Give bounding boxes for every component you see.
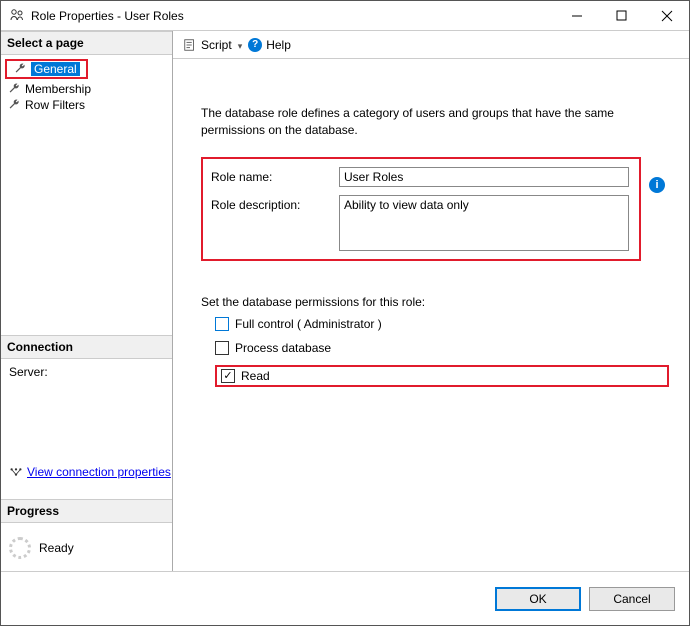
cancel-button[interactable]: Cancel bbox=[589, 587, 675, 611]
nav-item-general[interactable]: General bbox=[5, 59, 88, 79]
role-icon bbox=[9, 8, 25, 24]
script-label: Script bbox=[201, 38, 232, 52]
checkbox-icon bbox=[215, 341, 229, 355]
role-fields-group: Role name: Role description: bbox=[201, 157, 641, 261]
server-label: Server: bbox=[9, 365, 164, 379]
checkbox-icon bbox=[215, 317, 229, 331]
select-page-header: Select a page bbox=[1, 31, 172, 55]
nav-label: Membership bbox=[25, 82, 91, 96]
wrench-icon bbox=[7, 82, 21, 96]
connection-header: Connection bbox=[1, 335, 172, 359]
permissions-label: Set the database permissions for this ro… bbox=[201, 295, 669, 309]
help-icon: ? bbox=[248, 38, 262, 52]
nav-item-membership[interactable]: Membership bbox=[1, 81, 172, 97]
dialog-footer: OK Cancel bbox=[1, 571, 689, 625]
help-label: Help bbox=[266, 38, 291, 52]
title-bar: Role Properties - User Roles bbox=[1, 1, 689, 31]
sidebar: Select a page General Membership Row Fil… bbox=[1, 31, 173, 571]
progress-status: Ready bbox=[39, 541, 74, 555]
progress-spinner-icon bbox=[9, 537, 31, 559]
main-panel: Script ? Help The database role defines … bbox=[173, 31, 689, 571]
script-icon bbox=[183, 38, 197, 52]
nav-item-row-filters[interactable]: Row Filters bbox=[1, 97, 172, 113]
chevron-down-icon bbox=[236, 38, 243, 52]
wrench-icon bbox=[13, 62, 27, 76]
role-desc-label: Role description: bbox=[211, 195, 331, 212]
perm-full-label: Full control ( Administrator ) bbox=[235, 317, 382, 331]
help-button[interactable]: ? Help bbox=[248, 38, 291, 52]
progress-header: Progress bbox=[1, 499, 172, 523]
perm-read-label: Read bbox=[241, 369, 270, 383]
nav-label: General bbox=[31, 62, 80, 76]
window-buttons bbox=[554, 1, 689, 30]
checkbox-icon: ✓ bbox=[221, 369, 235, 383]
ok-button[interactable]: OK bbox=[495, 587, 581, 611]
role-name-label: Role name: bbox=[211, 167, 331, 184]
perm-process-label: Process database bbox=[235, 341, 331, 355]
page-nav-list: General Membership Row Filters bbox=[1, 55, 172, 335]
toolbar: Script ? Help bbox=[173, 31, 689, 59]
wrench-icon bbox=[7, 98, 21, 112]
info-icon[interactable]: i bbox=[649, 177, 665, 193]
role-name-input[interactable] bbox=[339, 167, 629, 187]
close-button[interactable] bbox=[644, 1, 689, 30]
script-button[interactable]: Script bbox=[183, 38, 242, 52]
connection-icon bbox=[9, 465, 23, 479]
intro-text: The database role defines a category of … bbox=[201, 105, 669, 139]
perm-read[interactable]: ✓ Read bbox=[215, 365, 669, 387]
view-connection-link[interactable]: View connection properties bbox=[9, 465, 171, 479]
role-desc-input[interactable] bbox=[339, 195, 629, 251]
perm-process-database[interactable]: Process database bbox=[215, 341, 669, 355]
nav-label: Row Filters bbox=[25, 98, 85, 112]
window-title: Role Properties - User Roles bbox=[31, 9, 554, 23]
minimize-button[interactable] bbox=[554, 1, 599, 30]
perm-full-control[interactable]: Full control ( Administrator ) bbox=[215, 317, 669, 331]
view-connection-label: View connection properties bbox=[27, 465, 171, 479]
maximize-button[interactable] bbox=[599, 1, 644, 30]
